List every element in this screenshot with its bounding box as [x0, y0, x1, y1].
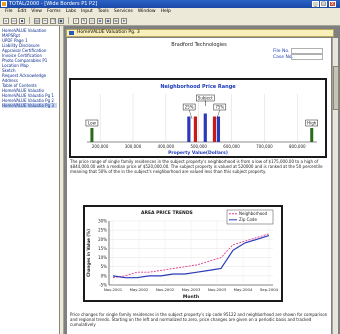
- save-icon[interactable]: ▪: [19, 17, 25, 24]
- document-area: HomeVALUE Valuation Pg. 3 Bradford Techn…: [64, 26, 340, 334]
- x-tick-label: 400,000: [158, 144, 175, 149]
- y-axis-label: Changes in Value (%): [86, 229, 91, 277]
- price-bar: [187, 116, 191, 142]
- price-bar: [212, 116, 217, 142]
- y-tick-label: 15%: [98, 246, 107, 251]
- x-tick-label: May-2004: [234, 287, 253, 292]
- maximize-button[interactable]: □: [320, 1, 327, 7]
- x-tick-label: 600,000: [223, 144, 240, 149]
- compare-icon[interactable]: ⇆: [113, 17, 119, 24]
- app-window: TOTAL/2000 - [Wide Borders P1 P2] _ □ x …: [0, 0, 340, 334]
- scrollbar-thumb[interactable]: [333, 66, 339, 110]
- minimize-button[interactable]: _: [312, 1, 319, 7]
- x-axis-label: Month: [183, 294, 199, 300]
- forms-sidebar: HomeVALUE Valuation MAPSRpt UPDF Page 1 Lia…: [0, 26, 60, 334]
- document-tab-label: HomeVALUE Valuation Pg. 3: [77, 30, 140, 35]
- paste-icon[interactable]: ▣: [58, 17, 64, 24]
- y-tick-label: 25%: [98, 228, 107, 233]
- send-icon[interactable]: ➤: [121, 17, 127, 24]
- menu-window[interactable]: Window: [138, 8, 156, 16]
- x-tick-label: May-2002: [130, 287, 149, 292]
- range-bar: [90, 128, 94, 142]
- menu-help[interactable]: Help: [161, 8, 171, 16]
- app-icon: [1, 1, 7, 7]
- toolbar: ▫ ▭ ▪ ▤ ✂ ❐ ▣ ✓ ✎ ◇ ◈ ◉ ⇆ ➤: [0, 16, 340, 26]
- price-bar: [193, 116, 198, 142]
- legend-label: Neighborhood: [239, 211, 268, 216]
- x-tick-label: 800,000: [289, 144, 306, 149]
- file-no-label: File No.: [273, 49, 290, 54]
- price-bar: [216, 116, 221, 142]
- y-tick-label: 30%: [98, 219, 107, 224]
- price-range-chart: Neighborhood Price Range 200,000 300,000 40…: [69, 78, 327, 158]
- y-tick-label: 5%: [101, 264, 108, 269]
- menu-forms[interactable]: Forms: [47, 8, 61, 16]
- x-tick-label: Nov-2003: [208, 287, 227, 292]
- map-icon[interactable]: ◈: [97, 17, 103, 24]
- document-tab[interactable]: HomeVALUE Valuation Pg. 3: [66, 29, 334, 37]
- open-icon[interactable]: ▭: [11, 17, 17, 24]
- window-title: TOTAL/2000 - [Wide Borders P1 P2]: [9, 1, 98, 7]
- menu-services[interactable]: Services: [114, 8, 133, 16]
- percentile-label: 75%: [215, 105, 224, 110]
- price-range-svg: Neighborhood Price Range 200,000 300,000 40…: [85, 84, 318, 156]
- case-no-label: Case No.: [273, 55, 293, 60]
- form-icon: [69, 31, 74, 35]
- x-tick-label: 700,000: [256, 144, 273, 149]
- forms-list: HomeVALUE Valuation MAPSRpt UPDF Page 1 Lia…: [0, 26, 59, 110]
- percentile-label: 25%: [185, 105, 194, 110]
- marker-label: High: [307, 121, 317, 126]
- sign-icon[interactable]: ✎: [81, 17, 87, 24]
- x-tick-label: Nov-2001: [104, 287, 123, 292]
- price-range-description: The price range of single family residen…: [70, 159, 323, 174]
- price-trends-svg: AREA PRICE TRENDS30%25%20%15%10%5%0%-5%N…: [86, 209, 279, 300]
- marker-label: Low: [88, 121, 97, 126]
- range-bar: [310, 128, 314, 142]
- sketch-icon[interactable]: ◇: [89, 17, 95, 24]
- y-tick-label: 0%: [101, 273, 108, 278]
- new-icon[interactable]: ▫: [3, 17, 9, 24]
- menu-edit[interactable]: Edit: [18, 8, 27, 16]
- menu-labs[interactable]: Labs: [66, 8, 76, 16]
- menu-bar: File Edit View Forms Labs Input Tools Se…: [0, 8, 340, 16]
- price-trends-description: Price changes for single family residenc…: [70, 312, 328, 327]
- x-tick-label: 300,000: [125, 144, 142, 149]
- chart-title: Neighborhood Price Range: [160, 84, 236, 90]
- cut-icon[interactable]: ✂: [42, 17, 48, 24]
- y-tick-label: 10%: [98, 255, 107, 260]
- title-bar: TOTAL/2000 - [Wide Borders P1 P2] _ □ x: [0, 0, 340, 8]
- menu-view[interactable]: View: [31, 8, 42, 16]
- menu-file[interactable]: File: [5, 8, 13, 16]
- photo-icon[interactable]: ◉: [105, 17, 111, 24]
- x-tick-label: May-2003: [182, 287, 201, 292]
- sidebar-item[interactable]: HomeVALUE Valuatio Pg 3: [2, 103, 57, 108]
- subject-label: Subject: [198, 96, 213, 101]
- vertical-scrollbar[interactable]: [332, 38, 339, 334]
- price-trends-chart: AREA PRICE TRENDS 30% 25% 20% 15% 10% 5% 0% -5% N…: [83, 205, 283, 302]
- chart-title: AREA PRICE TRENDS: [141, 210, 193, 216]
- menu-tools[interactable]: Tools: [98, 8, 109, 16]
- x-tick-label: Nov-2002: [156, 287, 175, 292]
- case-no-field[interactable]: [291, 54, 323, 60]
- price-bar: [203, 113, 207, 142]
- x-axis-label: Property Value(Dollars): [168, 150, 228, 156]
- copy-icon[interactable]: ❐: [50, 17, 56, 24]
- legend-label: Zip Code: [239, 217, 257, 222]
- x-tick-label: 500,000: [190, 144, 207, 149]
- print-icon[interactable]: ▤: [34, 17, 40, 24]
- spell-icon[interactable]: ✓: [73, 17, 79, 24]
- toolbar-separator: [29, 17, 30, 24]
- toolbar-separator: [68, 17, 69, 24]
- form-page: Bradford Technologies File No. Case No. …: [67, 38, 331, 334]
- menu-input[interactable]: Input: [81, 8, 93, 16]
- close-button[interactable]: x: [329, 1, 336, 7]
- x-tick-label: 200,000: [92, 144, 109, 149]
- x-tick-label: Sep-2004: [260, 287, 279, 292]
- y-tick-label: 20%: [98, 237, 107, 242]
